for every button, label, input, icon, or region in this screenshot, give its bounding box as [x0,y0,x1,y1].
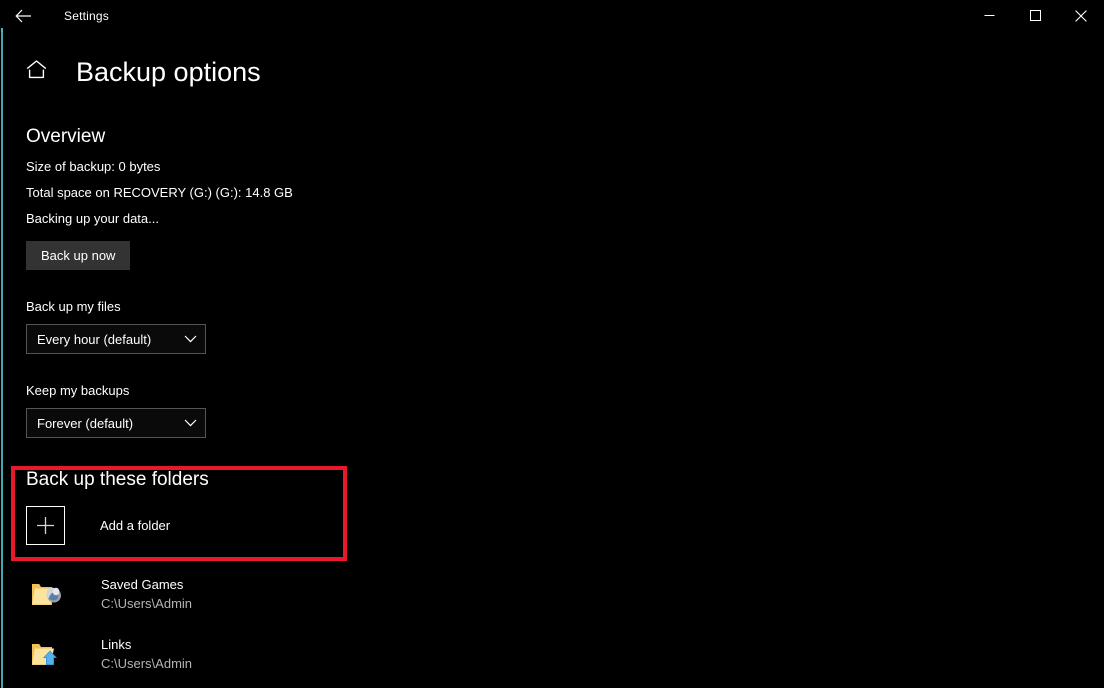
folder-name: Saved Games [101,576,184,592]
maximize-button[interactable] [1012,0,1058,31]
keep-backups-value: Forever (default) [37,415,134,431]
backup-status-text: Backing up your data... [26,211,159,226]
add-a-folder-label: Add a folder [100,518,171,533]
overview-heading: Overview [26,126,106,147]
backed-up-folders-list: Saved Games C:\Users\Admin Links C:\User… [26,568,1066,688]
home-icon [26,60,47,84]
window-accent-stripe [1,31,3,688]
page-header: Backup options [0,52,261,92]
back-up-now-button[interactable]: Back up now [26,241,131,270]
size-of-backup-text: Size of backup: 0 bytes [26,159,161,174]
keep-my-backups-field: Keep my backups Forever (default) [26,382,1066,438]
settings-content: Overview Size of backup: 0 bytes Total s… [26,125,1066,438]
folder-name: Links [101,636,132,652]
minimize-button[interactable] [966,0,1012,31]
close-icon [1075,9,1087,22]
back-up-my-files-field: Back up my files Every hour (default) [26,298,1066,354]
chevron-down-icon [175,419,205,427]
folder-path: C:\Users\Admin [101,595,193,611]
plus-icon [26,506,65,545]
back-button[interactable] [0,0,46,31]
folder-text: Saved Games C:\Users\Admin [101,576,192,613]
title-bar: Settings [0,0,1104,31]
keep-my-backups-label: Keep my backups [26,383,130,398]
folder-shortcut-icon [26,633,68,675]
minimize-icon [984,10,995,21]
home-button[interactable] [12,52,60,92]
window-title: Settings [64,8,109,23]
back-up-these-folders-heading: Back up these folders [26,469,209,490]
back-up-my-files-label: Back up my files [26,299,121,314]
close-button[interactable] [1058,0,1104,31]
chevron-down-icon [175,335,205,343]
add-a-folder-button[interactable]: Add a folder [26,506,1066,545]
maximize-icon [1029,10,1041,21]
total-space-text: Total space on RECOVERY (G:) (G:): 14.8 … [26,185,293,200]
folder-path: C:\Users\Admin [101,655,193,671]
list-item[interactable]: Links C:\Users\Admin [26,628,1066,680]
page-title: Backup options [76,56,261,87]
folder-text: Links C:\Users\Admin [101,636,192,673]
back-up-frequency-dropdown[interactable]: Every hour (default) [26,324,206,354]
keep-backups-dropdown[interactable]: Forever (default) [26,408,206,438]
list-item[interactable]: Saved Games C:\Users\Admin [26,568,1066,620]
folder-saved-games-icon [26,573,68,615]
back-up-frequency-value: Every hour (default) [37,331,152,347]
back-up-these-folders-section: Back up these folders Add a folder [11,466,1066,561]
back-arrow-icon [14,9,32,23]
